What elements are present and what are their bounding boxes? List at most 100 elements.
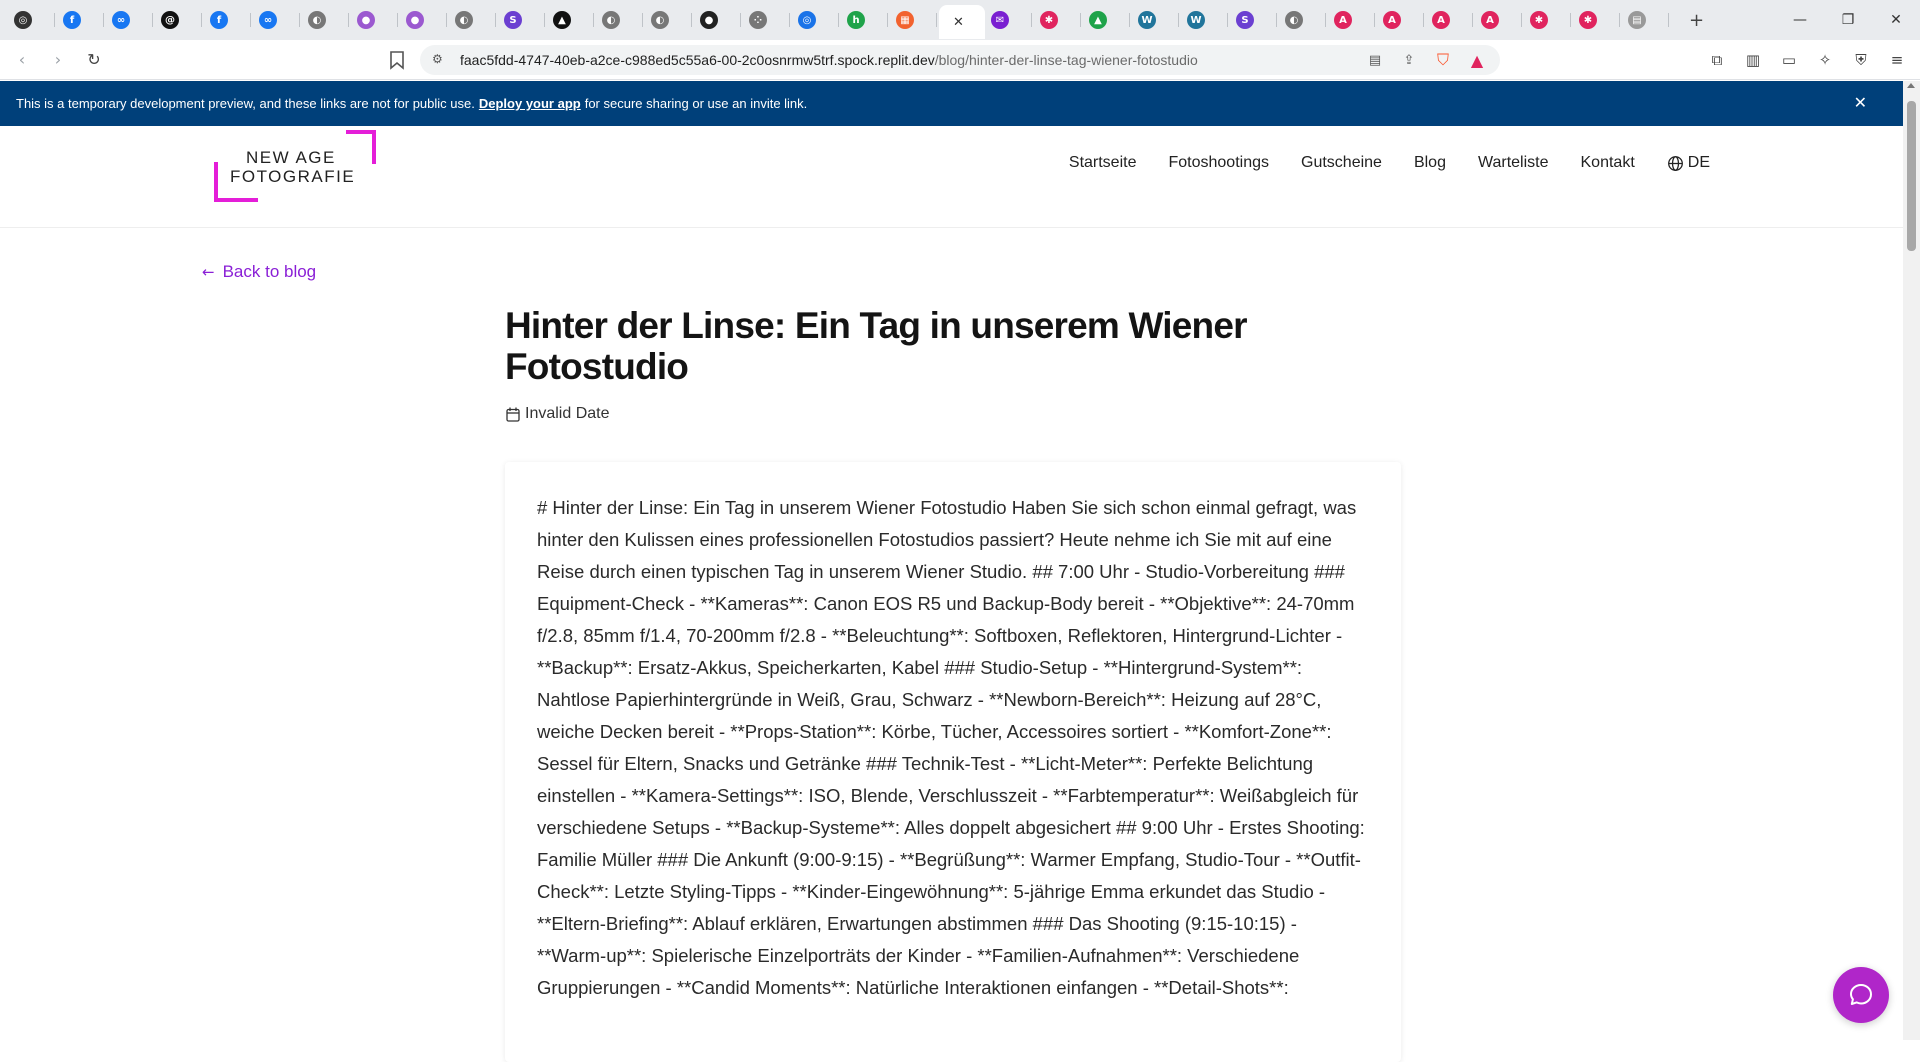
- browser-tab[interactable]: ●: [694, 4, 743, 36]
- vpn-icon[interactable]: ⛨: [1850, 46, 1872, 74]
- bookmark-icon[interactable]: [388, 50, 406, 70]
- browser-tab[interactable]: @: [155, 4, 204, 36]
- url-host: faac5fdd-4747-40eb-a2ce-c988ed5c55a6-00-…: [460, 52, 935, 68]
- restore-icon[interactable]: ❐: [1824, 0, 1872, 40]
- browser-tab[interactable]: ◎: [792, 4, 841, 36]
- brave-rewards-icon[interactable]: ▲: [1468, 51, 1486, 70]
- wallet-icon[interactable]: ▭: [1778, 46, 1800, 74]
- nav-fotoshootings[interactable]: Fotoshootings: [1168, 154, 1269, 172]
- reader-mode-icon[interactable]: ▤: [1366, 51, 1384, 69]
- banner-text: This is a temporary development preview,…: [16, 96, 475, 111]
- browser-tab[interactable]: W: [1181, 4, 1230, 36]
- tab-separator: [1423, 13, 1424, 27]
- browser-tab[interactable]: A: [1475, 4, 1524, 36]
- close-window-icon[interactable]: ✕: [1872, 0, 1920, 40]
- browser-tab-strip: ◎ f ∞ @ f ∞ ◐ ● ● ◐ S ▲ ◐ ◐ ● ⁘ ◎ h ▦ ✕ ✉ ✱ ▲ W W S ◐ A A A A ✱ ✱ ▤ +: [0, 0, 1920, 40]
- grid-icon: ▦: [896, 11, 914, 29]
- tab-separator: [1374, 13, 1375, 27]
- deploy-link[interactable]: Deploy your app: [479, 96, 581, 111]
- browser-tab[interactable]: ◐: [1279, 4, 1328, 36]
- tab-separator: [1472, 13, 1473, 27]
- url-path: /blog/hinter-der-linse-tag-wiener-fotost…: [934, 52, 1198, 68]
- browser-tab[interactable]: ✱: [1034, 4, 1083, 36]
- close-tab-icon[interactable]: ✕: [953, 15, 964, 30]
- tab-separator: [1619, 13, 1620, 27]
- wordpress-icon: W: [1187, 11, 1205, 29]
- tab-separator: [1080, 13, 1081, 27]
- browser-tab[interactable]: ◐: [449, 4, 498, 36]
- browser-tab[interactable]: ▲: [547, 4, 596, 36]
- browser-tab[interactable]: ∞: [253, 4, 302, 36]
- browser-tab[interactable]: W: [1132, 4, 1181, 36]
- dev-preview-banner: This is a temporary development preview,…: [0, 81, 1903, 126]
- browser-tab[interactable]: ⁘: [743, 4, 792, 36]
- meta-icon: ∞: [259, 11, 277, 29]
- page-scrollbar[interactable]: [1903, 81, 1920, 1040]
- back-arrow-icon[interactable]: ‹: [8, 46, 36, 74]
- leo-ai-icon[interactable]: ✧: [1814, 46, 1836, 74]
- tab-separator: [887, 13, 888, 27]
- scroll-up-arrow-icon[interactable]: [1907, 83, 1915, 88]
- browser-tab[interactable]: ●: [400, 4, 449, 36]
- screenshot-icon[interactable]: ⧉: [1706, 46, 1728, 74]
- browser-tab[interactable]: S: [498, 4, 547, 36]
- tab-separator: [1325, 13, 1326, 27]
- browser-tab[interactable]: f: [57, 4, 106, 36]
- browser-tab[interactable]: f: [204, 4, 253, 36]
- reload-icon[interactable]: ↻: [80, 46, 108, 74]
- chat-button[interactable]: [1833, 967, 1889, 1023]
- browser-tab[interactable]: h: [841, 4, 890, 36]
- tab-separator: [1570, 13, 1571, 27]
- browser-tab[interactable]: ●: [351, 4, 400, 36]
- logo-bracket-top-right: [346, 130, 376, 164]
- browser-tab[interactable]: ▦: [890, 4, 939, 36]
- red-a-icon: A: [1481, 11, 1499, 29]
- nav-kontakt[interactable]: Kontakt: [1581, 154, 1635, 172]
- tab-separator: [152, 13, 153, 27]
- back-to-blog-link[interactable]: ← Back to blog: [202, 262, 316, 282]
- site-info-icon[interactable]: ⚙: [432, 52, 448, 68]
- post-body: # Hinter der Linse: Ein Tag in unserem W…: [537, 497, 1365, 998]
- browser-tab[interactable]: ✱: [1524, 4, 1573, 36]
- sidebar-icon[interactable]: ▥: [1742, 46, 1764, 74]
- browser-tab[interactable]: ◐: [645, 4, 694, 36]
- globe-icon: ◐: [455, 11, 473, 29]
- nav-warteliste[interactable]: Warteliste: [1478, 154, 1549, 172]
- scrollbar-thumb[interactable]: [1907, 101, 1916, 251]
- browser-tab[interactable]: A: [1328, 4, 1377, 36]
- nav-gutscheine[interactable]: Gutscheine: [1301, 154, 1382, 172]
- menu-icon[interactable]: ≡: [1886, 46, 1908, 74]
- address-bar[interactable]: ⚙ faac5fdd-4747-40eb-a2ce-c988ed5c55a6-0…: [420, 45, 1500, 75]
- browser-tab[interactable]: A: [1426, 4, 1475, 36]
- new-tab-icon[interactable]: +: [1689, 10, 1704, 31]
- close-icon[interactable]: ✕: [1854, 93, 1867, 112]
- forward-arrow-icon[interactable]: ›: [44, 46, 72, 74]
- browser-tab[interactable]: A: [1377, 4, 1426, 36]
- site-logo[interactable]: NEW AGE FOTOGRAFIE: [214, 130, 376, 202]
- browser-tab[interactable]: ✉: [985, 4, 1034, 36]
- brave-shields-icon[interactable]: ⛉: [1434, 50, 1452, 69]
- language-switcher[interactable]: DE: [1667, 154, 1710, 172]
- mail-icon: ✉: [991, 11, 1009, 29]
- share-icon[interactable]: ⇪: [1400, 51, 1418, 69]
- browser-tab[interactable]: ◎: [8, 4, 57, 36]
- browser-tab[interactable]: ◐: [596, 4, 645, 36]
- asterisk-icon: ✱: [1579, 11, 1597, 29]
- tab-separator: [1668, 13, 1669, 27]
- triangle-icon: ▲: [553, 11, 571, 29]
- purple-orb-icon: ●: [357, 11, 375, 29]
- browser-tab[interactable]: ▤: [1622, 4, 1671, 36]
- nav-blog[interactable]: Blog: [1414, 154, 1446, 172]
- minimize-icon[interactable]: —: [1776, 0, 1824, 40]
- tab-separator: [446, 13, 447, 27]
- post-content-card: # Hinter der Linse: Ein Tag in unserem W…: [505, 462, 1401, 1062]
- active-browser-tab[interactable]: ✕: [939, 5, 985, 39]
- browser-tab[interactable]: S: [1230, 4, 1279, 36]
- nav-startseite[interactable]: Startseite: [1069, 154, 1137, 172]
- browser-tab[interactable]: ✱: [1573, 4, 1622, 36]
- circle-icon: ◎: [14, 11, 32, 29]
- browser-tab[interactable]: ◐: [302, 4, 351, 36]
- browser-tab[interactable]: ▲: [1083, 4, 1132, 36]
- browser-tab[interactable]: ∞: [106, 4, 155, 36]
- purple-orb-icon: ●: [406, 11, 424, 29]
